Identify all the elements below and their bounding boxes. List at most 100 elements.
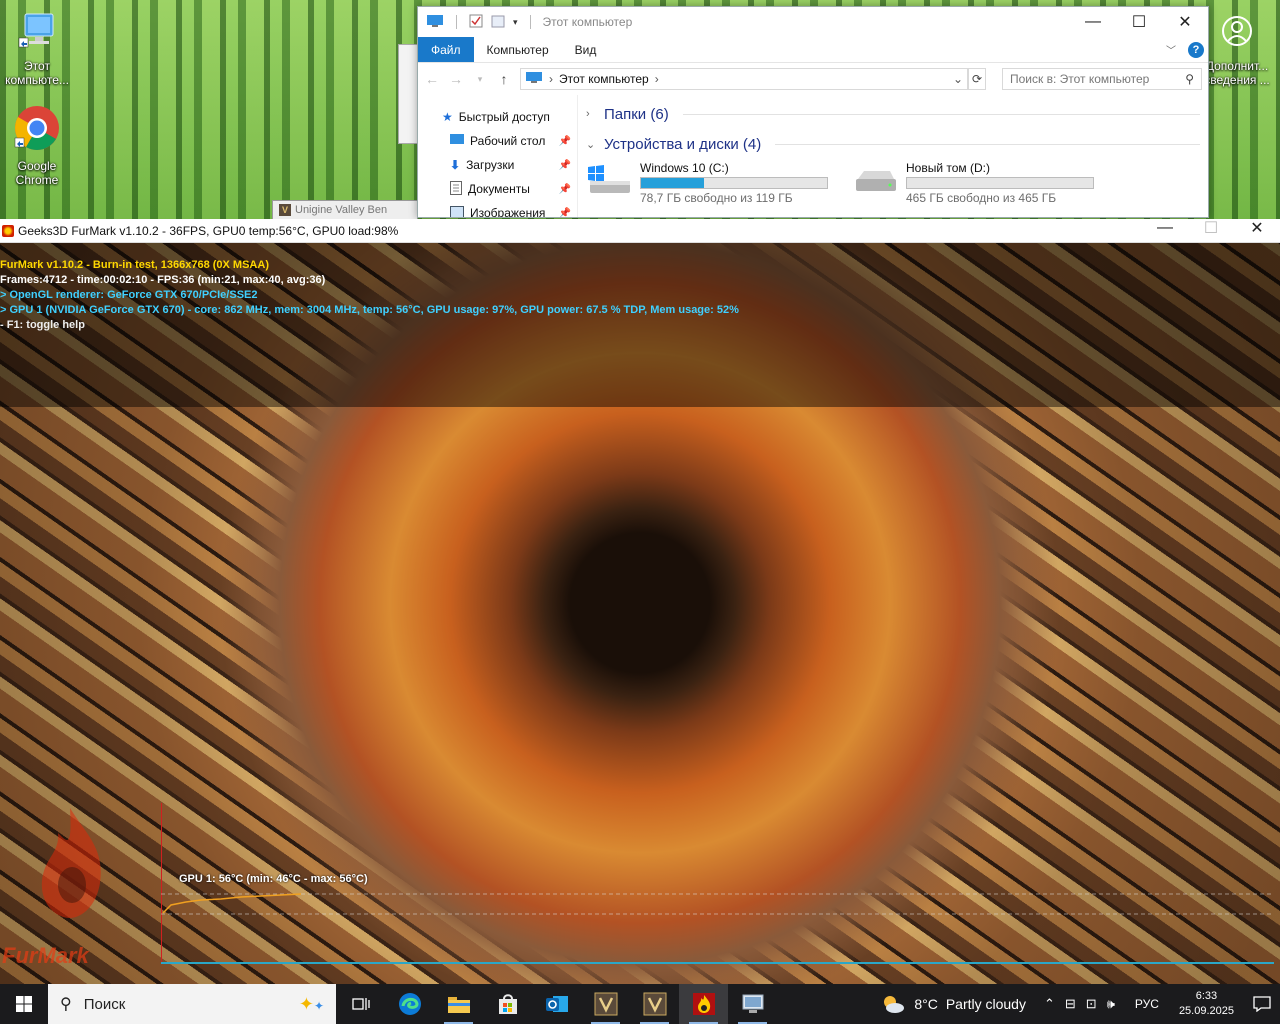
group-devices[interactable]: ⌄ Устройства и диски (4) [586,129,1200,159]
this-pc-icon[interactable] [426,14,444,31]
desktop-icon [450,133,464,149]
edge-icon [398,993,421,1015]
drive-name: Новый том (D:) [906,161,990,175]
nav-item-label: Загрузки [466,158,515,172]
close-button[interactable]: ✕ [1234,216,1280,240]
taskbar-app-control-panel[interactable] [728,984,777,1024]
address-bar[interactable]: › Этот компьютер › ⌄ [520,68,968,90]
group-divider [682,113,1200,115]
forward-arrow-icon[interactable]: → [448,71,464,87]
group-label: Устройства и диски (4) [604,135,762,153]
search-highlight-icon[interactable]: ✦✦ [299,994,324,1015]
taskbar-app-valley-1[interactable] [581,984,630,1024]
desktop-icon-additional-info[interactable]: Дополнит... сведения ... [1201,14,1273,87]
close-button[interactable]: ✕ [1162,7,1208,37]
notification-icon [1253,996,1271,1012]
chevron-up-icon[interactable]: ⌃ [1044,996,1055,1012]
taskbar-search-input[interactable]: ⚲ Поиск ✦✦ [48,984,336,1024]
desktop-icon-chrome[interactable]: Google Chrome [1,104,73,187]
nav-item-desktop[interactable]: Рабочий стол 📌 [418,129,577,153]
taskbar-app-file-explorer[interactable] [434,984,483,1024]
start-button[interactable] [0,984,48,1024]
properties-icon[interactable] [469,14,483,31]
chrome-icon [1,104,73,157]
drive-d[interactable]: Новый том (D:) 465 ГБ свободно из 465 ГБ [852,161,1102,205]
maximize-button[interactable]: ☐ [1116,7,1162,37]
volume-icon[interactable]: 🕪 [1107,996,1115,1012]
minimize-button[interactable]: — [1142,216,1188,240]
nav-item-images[interactable]: Изображения 📌 [418,201,577,218]
maximize-button[interactable]: ☐ [1188,216,1234,240]
new-folder-icon[interactable] [491,14,505,31]
group-folders[interactable]: › Папки (6) [586,99,1200,129]
qat-dropdown-icon[interactable]: ▾ [513,17,518,28]
breadcrumb-this-pc[interactable]: Этот компьютер [559,72,649,86]
task-view-button[interactable] [336,984,385,1024]
recent-dropdown-icon[interactable]: ▾ [472,74,488,85]
nav-item-documents[interactable]: Документы 📌 [418,177,577,201]
taskbar-app-outlook[interactable] [532,984,581,1024]
furmark-logo-text: FurMark [2,943,89,968]
address-dropdown-icon[interactable]: ⌄ [953,72,963,86]
furmark-icon [692,993,715,1015]
background-window-title: Unigine Valley Ben [295,204,388,216]
tab-view[interactable]: Вид [562,37,610,62]
language-indicator[interactable]: РУС [1125,997,1169,1011]
notifications-button[interactable] [1244,996,1280,1012]
drive-name: Windows 10 (C:) [640,161,729,175]
pin-icon[interactable]: 📌 [559,136,571,147]
weather-widget[interactable]: 8°C Partly cloudy [880,993,1044,1015]
taskbar-app-store[interactable] [483,984,532,1024]
windows-drive-icon [586,161,632,205]
explorer-titlebar[interactable]: ▾ Этот компьютер — ☐ ✕ [418,7,1208,37]
breadcrumb-separator-icon[interactable]: › [549,72,553,86]
pin-icon[interactable]: 📌 [559,208,571,218]
breadcrumb-separator-icon[interactable]: › [655,72,659,86]
back-arrow-icon[interactable]: ← [424,71,440,87]
up-arrow-icon[interactable]: ↑ [496,71,512,87]
star-icon: ★ [442,110,453,124]
chevron-right-icon: › [586,108,590,120]
tab-file[interactable]: Файл [418,37,474,62]
usb-icon[interactable]: ⊡ [1086,996,1097,1012]
nav-item-quick-access[interactable]: ★ Быстрый доступ [418,105,577,129]
desktop-icon-label: Google Chrome [15,159,59,187]
hud-line-frames: Frames:4712 - time:00:02:10 - FPS:36 (mi… [0,274,326,286]
tray-icons: ⌃ ⊟ ⊡ 🕪 [1044,996,1125,1012]
search-placeholder: Поиск в: Этот компьютер [1010,72,1150,86]
taskbar: ⚲ Поиск ✦✦ 8°C Partly cloudy ⌃ ⊟ ⊡ 🕪 РУС… [0,984,1280,1024]
drive-c[interactable]: Windows 10 (C:) 78,7 ГБ свободно из 119 … [586,161,836,205]
nav-item-downloads[interactable]: ⬇ Загрузки 📌 [418,153,577,177]
refresh-button[interactable]: ⟳ [968,68,986,90]
drive-free-space: 465 ГБ свободно из 465 ГБ [906,191,1057,205]
drive-usage-bar [906,177,1094,189]
chevron-down-icon: ⌄ [586,138,596,151]
hud-line-version: FurMark v1.10.2 - Burn-in test, 1366x768… [0,259,269,271]
network-icon[interactable]: ⊟ [1065,996,1076,1012]
background-window-valley[interactable]: V Unigine Valley Ben [272,200,418,220]
tab-computer[interactable]: Компьютер [474,37,562,62]
hud-line-renderer: > OpenGL renderer: GeForce GTX 670/PCIe/… [0,289,258,301]
ribbon-expand-icon[interactable]: ﹀ [1166,42,1176,57]
window-controls: — ☐ ✕ [1070,7,1208,37]
drive-list: Windows 10 (C:) 78,7 ГБ свободно из 119 … [586,161,1200,205]
explorer-window[interactable]: ▾ Этот компьютер — ☐ ✕ Файл Компьютер Ви… [417,6,1209,218]
taskbar-app-edge[interactable] [385,984,434,1024]
weather-temp: 8°C [914,996,938,1012]
clock[interactable]: 6:33 25.09.2025 [1169,989,1244,1019]
help-icon[interactable]: ? [1188,41,1204,58]
this-pc-icon [525,71,543,87]
desktop-icon-this-pc[interactable]: Этот компьюте... [1,10,73,87]
taskbar-app-furmark[interactable] [679,984,728,1024]
furmark-window[interactable]: Geeks3D FurMark v1.10.2 - 36FPS, GPU0 te… [0,219,1280,984]
taskbar-app-valley-2[interactable] [630,984,679,1024]
valley-icon: V [279,204,291,216]
search-input[interactable]: Поиск в: Этот компьютер ⚲ [1002,68,1202,90]
furmark-hud: FurMark v1.10.2 - Burn-in test, 1366x768… [0,243,1280,407]
pin-icon[interactable]: 📌 [559,160,571,171]
nav-item-label: Изображения [470,206,546,218]
furmark-titlebar[interactable]: Geeks3D FurMark v1.10.2 - 36FPS, GPU0 te… [0,219,1280,243]
furmark-render-view[interactable]: FurMark v1.10.2 - Burn-in test, 1366x768… [0,243,1280,984]
minimize-button[interactable]: — [1070,7,1116,37]
pin-icon[interactable]: 📌 [559,184,571,195]
